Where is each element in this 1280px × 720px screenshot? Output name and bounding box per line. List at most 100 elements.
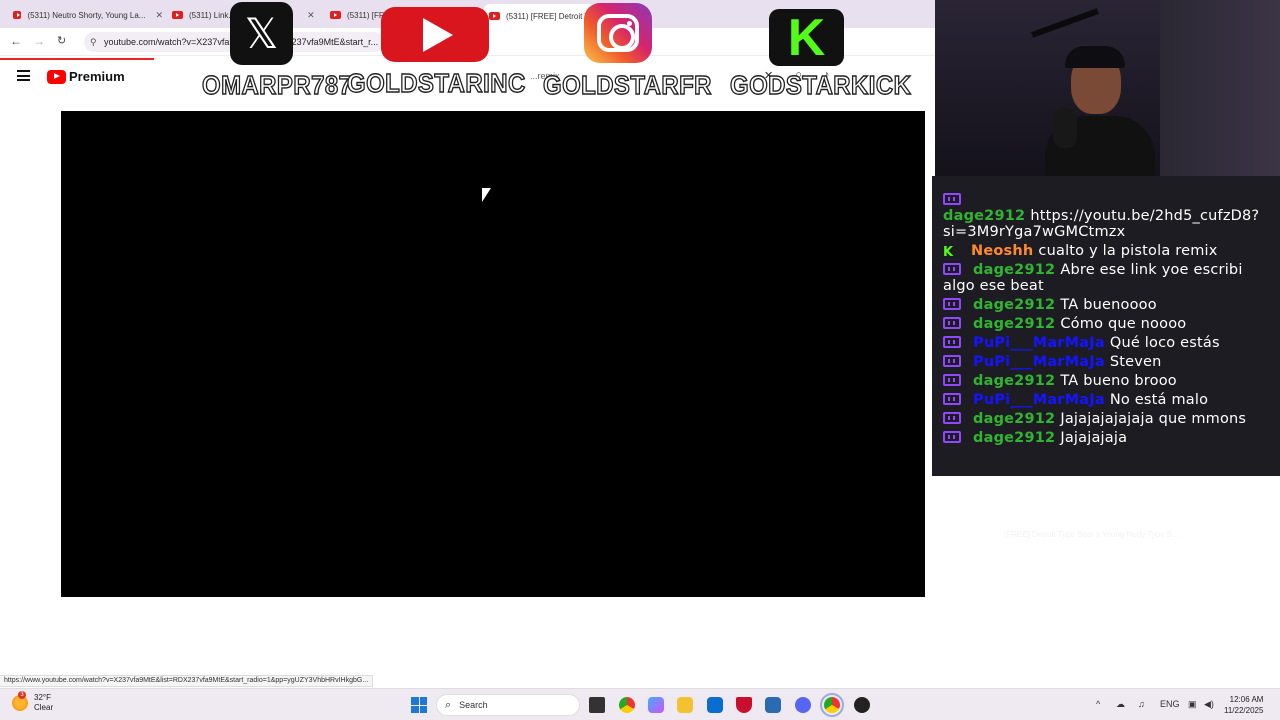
back-icon[interactable]: ← (10, 34, 22, 48)
weather-widget[interactable]: 3 32°F Clear (12, 691, 54, 713)
youtube-favicon-icon (489, 12, 500, 20)
reload-icon[interactable]: ↻ (57, 34, 66, 47)
chat-username: dage2912 (973, 262, 1056, 278)
chat-username: dage2912 (973, 373, 1056, 389)
chat-message: K Neoshh cualto y la pistola remix (943, 243, 1268, 259)
youtube-favicon-icon (13, 11, 22, 19)
mcafee-icon[interactable] (736, 697, 752, 713)
clock[interactable]: 12:06 AM 11/22/2025 (1224, 694, 1263, 716)
kick-logo: K (769, 9, 844, 67)
forward-icon[interactable]: → (33, 34, 45, 48)
screen: (5311) Neutro Shorty, Young La... ✕ (531… (0, 0, 1280, 720)
chat-message: PuPi___MarMaJa Qué loco estás (943, 335, 1268, 351)
site-info-icon[interactable]: ⚲ (90, 37, 97, 48)
chrome-icon[interactable] (619, 697, 635, 713)
chat-text: TA buenoooo (1060, 297, 1157, 313)
instagram-logo (584, 3, 652, 63)
chat-text: cualto y la pistola remix (1038, 243, 1218, 259)
taskbar: 3 32°F Clear ⌕ Search ^ ☁ ♫ ENG ▣ ◀) 12:… (0, 688, 1280, 720)
youtube-premium-logo[interactable]: Premium (47, 69, 125, 84)
youtube-play-icon (47, 69, 66, 84)
tab-title: (5311) Link... (189, 10, 236, 20)
chat-username: dage2912 (973, 430, 1056, 446)
youtube-logo (381, 7, 489, 62)
onedrive-icon[interactable]: ☁ (1116, 699, 1125, 710)
video-player[interactable] (61, 111, 925, 597)
chat-message: dage2912 Jajajajaja (943, 430, 1268, 446)
tray-chevron-icon[interactable]: ^ (1096, 699, 1100, 709)
chat-text: Steven (1109, 354, 1162, 370)
volume-icon[interactable]: ◀) (1204, 699, 1214, 710)
wifi-icon[interactable]: ▣ (1188, 699, 1197, 710)
chat-text: Jajajajaja (1060, 430, 1128, 446)
microphone-icon[interactable]: ♫ (1138, 699, 1145, 709)
chat-message: PuPi___MarMaJa No está malo (943, 392, 1268, 408)
twitch-badge-icon (943, 317, 961, 329)
close-tab-icon[interactable]: ✕ (155, 10, 163, 21)
chat-message: dage2912 Jajajajajajaja que mmons (943, 411, 1268, 427)
close-tab-icon[interactable]: ✕ (307, 10, 315, 21)
twitch-badge-icon (943, 298, 961, 310)
weather-alert-badge: 3 (18, 691, 26, 699)
twitch-badge-icon (943, 336, 961, 348)
file-explorer-icon[interactable] (677, 697, 693, 713)
weather-temp: 32°F (34, 693, 51, 702)
start-icon[interactable] (411, 697, 427, 713)
obs-icon[interactable] (854, 697, 870, 713)
twitch-badge-icon (943, 355, 961, 367)
chat-username: PuPi___MarMaJa (973, 335, 1105, 351)
mouse-cursor-icon (482, 188, 491, 202)
chat-username: dage2912 (943, 208, 1026, 224)
discord-icon[interactable] (795, 697, 811, 713)
streamer (1045, 38, 1155, 193)
taskbar-search[interactable]: ⌕ Search (436, 694, 580, 716)
microphone (1053, 108, 1077, 148)
time: 12:06 AM (1229, 695, 1264, 704)
chat-overlay: dage2912 https://youtu.be/2hd5_cufzD8?si=… (932, 176, 1280, 476)
chat-message: dage2912 TA buenoooo (943, 297, 1268, 313)
kick-badge-icon: K (943, 245, 955, 260)
x-logo: 𝕏 (230, 2, 293, 65)
webcam-feed (935, 0, 1280, 193)
chat-username: Neoshh (971, 243, 1034, 259)
chat-text: Qué loco estás (1109, 335, 1220, 351)
chat-username: dage2912 (973, 411, 1056, 427)
chat-message: PuPi___MarMaJa Steven (943, 354, 1268, 370)
chat-username: PuPi___MarMaJa (973, 392, 1105, 408)
chat-username: dage2912 (973, 297, 1056, 313)
social-handle: OMARPR787 (201, 69, 353, 100)
tab-title: (5311) Neutro Shorty, Young La... (27, 10, 146, 20)
chat-username: dage2912 (973, 316, 1056, 332)
taskbar-search-label: Search (459, 700, 488, 710)
app-icon[interactable] (765, 697, 781, 713)
language-indicator[interactable]: ENG (1160, 699, 1180, 709)
status-link-preview: https://www.youtube.com/watch?v=X237vfa9… (0, 675, 374, 687)
chrome-active-icon[interactable] (820, 693, 844, 717)
browser-tab[interactable]: (5311) Neutro Shorty, Young La... ✕ (13, 4, 163, 26)
chat-message: dage2912 https://youtu.be/2hd5_cufzD8?si=… (943, 192, 1268, 240)
terminal-icon[interactable] (589, 697, 605, 713)
copilot-icon[interactable] (648, 697, 664, 713)
twitch-badge-icon (943, 431, 961, 443)
logo-text: Premium (69, 69, 125, 84)
chat-text: TA bueno brooo (1060, 373, 1177, 389)
weather-sun-icon: 3 (12, 691, 28, 711)
chat-message: dage2912 TA bueno brooo (943, 373, 1268, 389)
menu-icon[interactable] (17, 70, 30, 81)
social-handle: GOLDSTARFR (542, 69, 712, 100)
youtube-favicon-icon (330, 11, 341, 19)
youtube-favicon-icon (172, 11, 183, 19)
chat-text: Cómo que noooo (1060, 316, 1187, 332)
twitch-badge-icon (943, 412, 961, 424)
date: 11/22/2025 (1224, 706, 1264, 715)
chat-text: No está malo (1109, 392, 1209, 408)
social-handle: GOLDSTARINC (346, 67, 526, 98)
up-next-title[interactable]: [FREE] Detroit Type Beat x Young Nudy Ty… (1004, 530, 1179, 539)
chat-text: Jajajajajajaja que mmons (1060, 411, 1247, 427)
search-icon: ⌕ (445, 698, 452, 711)
chat-message: dage2912 Abre ese link yoe escribi algo e… (943, 262, 1268, 294)
chat-message: dage2912 Cómo que noooo (943, 316, 1268, 332)
twitch-badge-icon (943, 193, 961, 205)
weather-desc: Clear (34, 703, 54, 712)
store-icon[interactable] (707, 697, 723, 713)
